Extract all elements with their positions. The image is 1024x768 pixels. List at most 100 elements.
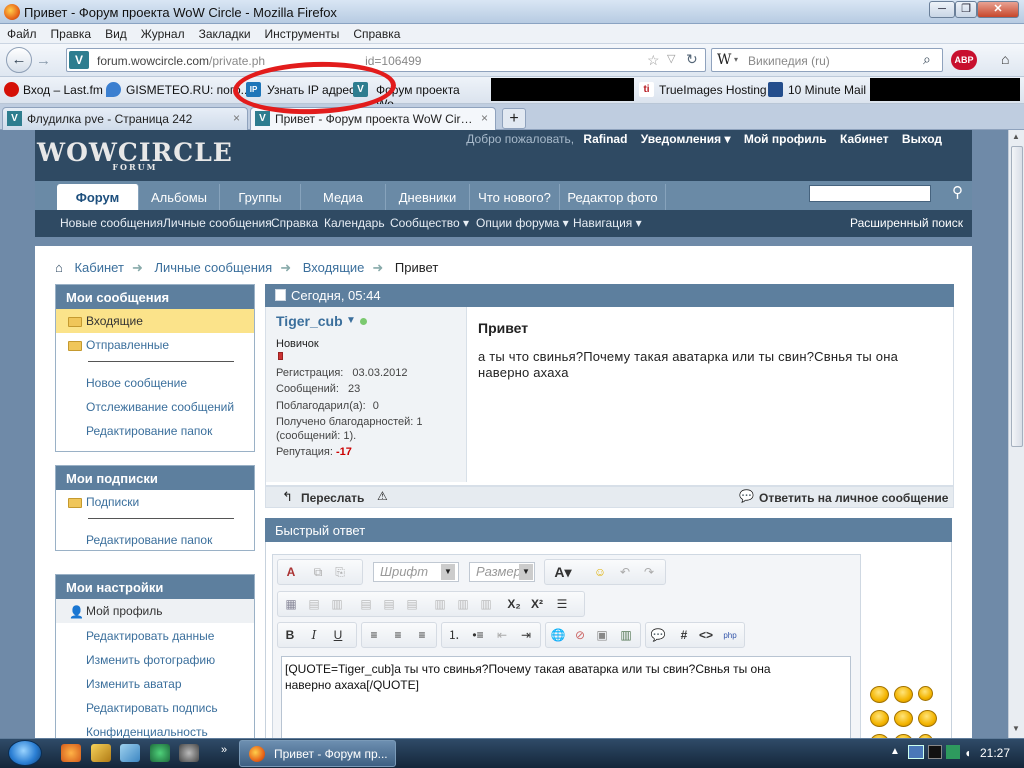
menu-bookmarks[interactable]: Закладки xyxy=(192,24,258,41)
network-tray-icon[interactable] xyxy=(908,745,924,759)
insert-image-icon[interactable]: ▣ xyxy=(593,626,611,644)
forward-button[interactable]: Переслать xyxy=(301,491,364,505)
close-tab-icon[interactable]: × xyxy=(481,111,488,125)
link-advanced-search[interactable]: Расширенный поиск xyxy=(850,216,963,230)
copy-icon[interactable]: ⧉ xyxy=(309,563,327,581)
author-menu-icon[interactable]: ▼ xyxy=(346,315,356,326)
clock[interactable]: 21:27 xyxy=(980,746,1010,760)
tab-privet[interactable]: V Привет - Форум проекта WoW Circle × xyxy=(250,107,496,130)
insert-row-icon[interactable]: ▤ xyxy=(357,595,375,613)
breadcrumb-cabinet[interactable]: Кабинет xyxy=(74,260,123,275)
tab-fludilka[interactable]: V Флудилка pve - Страница 242 × xyxy=(2,107,248,130)
scrollbar-thumb[interactable] xyxy=(1011,146,1023,447)
sidebar-item-privacy[interactable]: Конфиденциальность xyxy=(86,725,208,738)
maximize-button[interactable]: ❐ xyxy=(955,1,977,18)
link-forum-options[interactable]: Опции форума ▾ xyxy=(476,216,569,230)
code-icon[interactable]: <> xyxy=(697,626,715,644)
sidebar-item-subscriptions[interactable]: Подписки xyxy=(86,495,139,509)
tab-photo-editor[interactable]: Редактор фото xyxy=(560,184,666,210)
align-right-icon[interactable]: ≡ xyxy=(413,626,431,644)
underline-icon[interactable]: U xyxy=(329,626,347,644)
reply-textarea[interactable]: [QUOTE=Tiger_cub]а ты что свинья?Почему … xyxy=(281,656,851,738)
sidebar-item-new-message[interactable]: Новое сообщение xyxy=(86,376,187,390)
sidebar-item-change-photo[interactable]: Изменить фотографию xyxy=(86,653,215,667)
horizontal-rule-icon[interactable]: ☰ xyxy=(553,595,571,613)
search-bar[interactable]: W ▾ Википедия (ru) ⌕ xyxy=(711,48,943,72)
menu-file[interactable]: Файл xyxy=(0,24,44,41)
align-left-icon[interactable]: ≡ xyxy=(365,626,383,644)
table-row-icon[interactable]: ▤ xyxy=(305,595,323,613)
report-icon[interactable]: ⚠ xyxy=(377,489,388,503)
explorer-taskbar-icon[interactable] xyxy=(120,744,140,762)
smiley-icon[interactable] xyxy=(894,710,913,727)
firefox-taskbar-icon[interactable] xyxy=(61,744,81,762)
menu-view[interactable]: Вид xyxy=(98,24,134,41)
forum-search-input[interactable] xyxy=(809,185,931,202)
link-navigation[interactable]: Навигация ▾ xyxy=(573,216,642,230)
bold-icon[interactable]: B xyxy=(281,626,299,644)
scroll-down-icon[interactable]: ▼ xyxy=(1012,724,1020,733)
menu-edit[interactable]: Правка xyxy=(44,24,99,41)
tab-diaries[interactable]: Дневники xyxy=(386,184,470,210)
bookmark-trueimages[interactable]: TrueImages Hosting xyxy=(659,83,767,97)
new-tab-button[interactable]: + xyxy=(502,108,526,129)
breadcrumb-inbox[interactable]: Входящие xyxy=(303,260,365,275)
table-icon[interactable]: ▦ xyxy=(282,595,300,613)
monitor-tray-icon[interactable] xyxy=(928,745,942,759)
insert-col-icon[interactable]: ▥ xyxy=(431,595,449,613)
size-dropdown-icon[interactable]: ▼ xyxy=(519,564,533,580)
search-icon[interactable]: ⌕ xyxy=(923,51,931,68)
forum-logo[interactable]: WOWCIRCLE FORUM xyxy=(37,138,233,172)
table-col-icon[interactable]: ▥ xyxy=(328,595,346,613)
link-calendar[interactable]: Календарь xyxy=(324,216,385,230)
php-icon[interactable]: php xyxy=(721,626,739,644)
undo-icon[interactable]: ↶ xyxy=(616,563,634,581)
activity-tray-icon[interactable] xyxy=(946,745,960,759)
menu-history[interactable]: Журнал xyxy=(134,24,192,41)
start-button[interactable] xyxy=(8,740,42,766)
remove-format-icon[interactable]: A xyxy=(282,563,300,581)
more-icon[interactable]: » xyxy=(221,744,227,756)
bookmark-ip[interactable]: Узнать IP адрес xyxy=(267,83,355,97)
reply-button[interactable]: Ответить на личное сообщение xyxy=(759,491,948,505)
superscript-icon[interactable]: X² xyxy=(528,595,546,613)
font-dropdown-icon[interactable]: ▼ xyxy=(441,564,455,580)
menu-help[interactable]: Справка xyxy=(346,24,407,41)
unordered-list-icon[interactable]: •≡ xyxy=(469,626,487,644)
username-link[interactable]: Rafinad xyxy=(583,132,627,146)
settings-taskbar-icon[interactable] xyxy=(179,744,199,762)
logout-link[interactable]: Выход xyxy=(902,132,942,146)
dropdown-arrow-icon[interactable]: ▽ xyxy=(667,52,675,65)
merge-col-icon[interactable]: ▥ xyxy=(477,595,495,613)
bookmark-lastfm[interactable]: Вход – Last.fm xyxy=(23,83,103,97)
smiley-icon[interactable] xyxy=(870,710,889,727)
sidebar-item-sent[interactable]: Отправленные xyxy=(86,338,169,352)
app-taskbar-icon[interactable] xyxy=(91,744,111,762)
tab-media[interactable]: Медиа xyxy=(301,184,386,210)
forum-search-icon[interactable]: ⚲ xyxy=(945,183,970,207)
breadcrumb-pm[interactable]: Личные сообщения xyxy=(154,260,272,275)
outdent-icon[interactable]: ⇤ xyxy=(493,626,511,644)
tab-groups[interactable]: Группы xyxy=(220,184,301,210)
delete-col-icon[interactable]: ▥ xyxy=(454,595,472,613)
smiley-icon[interactable] xyxy=(918,686,933,701)
forward-button[interactable]: → xyxy=(36,52,51,69)
smiley-icon[interactable] xyxy=(918,710,937,727)
taskbar-firefox-window[interactable]: Привет - Форум пр... xyxy=(239,740,396,767)
sidebar-item-change-avatar[interactable]: Изменить аватар xyxy=(86,677,182,691)
star-icon[interactable]: ☆ xyxy=(647,52,660,69)
sidebar-item-edit-data[interactable]: Редактировать данные xyxy=(86,629,214,643)
sidebar-item-edit-folders[interactable]: Редактирование папок xyxy=(86,424,212,438)
minimize-button[interactable]: ─ xyxy=(929,1,955,18)
cabinet-link[interactable]: Кабинет xyxy=(840,132,889,146)
notifications-link[interactable]: Уведомления ▾ xyxy=(641,132,731,146)
menu-tools[interactable]: Инструменты xyxy=(258,24,347,41)
close-tab-icon[interactable]: × xyxy=(233,111,240,125)
address-bar[interactable]: V forum.wowcircle.com/private.ph id=10649… xyxy=(66,48,706,72)
link-help[interactable]: Справка xyxy=(271,216,318,230)
delete-row-icon[interactable]: ▤ xyxy=(380,595,398,613)
smiley-icon[interactable]: ☺ xyxy=(591,563,609,581)
page-scrollbar[interactable]: ▲ ▼ xyxy=(1008,130,1024,738)
hash-icon[interactable]: # xyxy=(675,626,693,644)
ordered-list-icon[interactable]: ⒈ xyxy=(445,626,463,644)
